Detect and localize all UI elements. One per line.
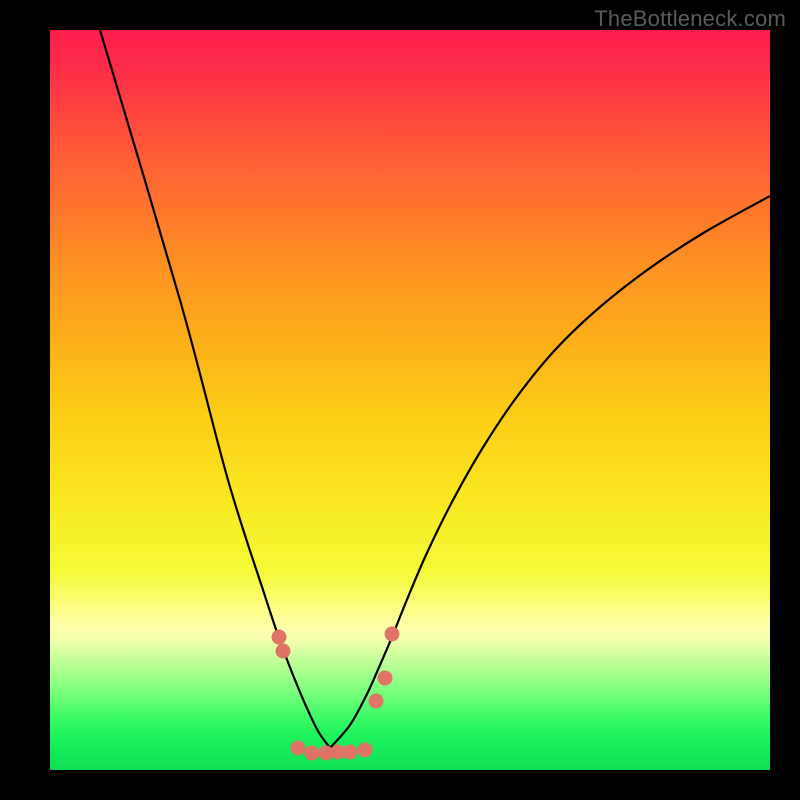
threshold-dot	[276, 644, 291, 659]
threshold-dot	[272, 630, 287, 645]
bottleneck-curve	[100, 30, 770, 748]
threshold-dot	[343, 745, 358, 760]
chart-frame: TheBottleneck.com	[0, 0, 800, 800]
threshold-dot	[385, 627, 400, 642]
watermark-label: TheBottleneck.com	[594, 6, 786, 32]
threshold-dot	[378, 671, 393, 686]
curve-right-branch	[330, 196, 770, 748]
plot-area	[50, 30, 770, 770]
threshold-dot	[358, 743, 373, 758]
threshold-dot	[305, 746, 320, 761]
threshold-markers	[272, 627, 400, 761]
curve-left-branch	[100, 30, 330, 748]
threshold-dot	[369, 694, 384, 709]
chart-svg	[50, 30, 770, 770]
threshold-dot	[291, 741, 306, 756]
